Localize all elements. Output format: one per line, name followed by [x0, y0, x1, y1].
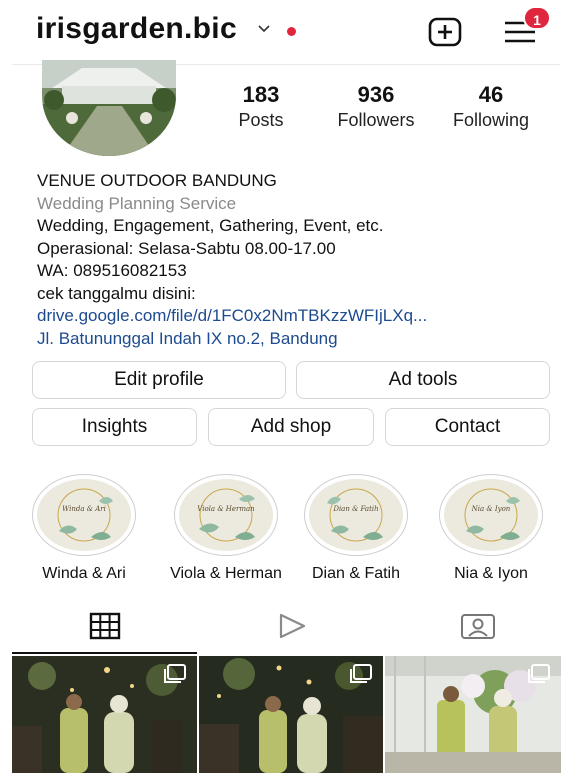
- highlight-ring: Dian & Fatih: [304, 474, 408, 556]
- followers-count: 936: [357, 82, 395, 107]
- highlight-cover-text: Dian & Fatih: [332, 505, 378, 513]
- bio-line: WA: 089516082153: [37, 261, 187, 280]
- stat-posts[interactable]: 183 Posts: [230, 82, 292, 131]
- following-count: 46: [478, 82, 504, 107]
- posts-label: Posts: [238, 110, 284, 130]
- profile-header: irisgarden.bic 1: [0, 0, 561, 62]
- highlight-cover: Dian & Fatih: [309, 479, 403, 551]
- post-thumbnail[interactable]: [385, 656, 561, 773]
- add-shop-button[interactable]: Add shop: [208, 408, 374, 446]
- plus-square-icon[interactable]: [428, 17, 462, 47]
- floral-wreath-icon: Viola & Herman: [197, 488, 255, 542]
- highlight-ring: Nia & Iyon: [439, 474, 543, 556]
- avatar-venue-photo: [42, 60, 176, 156]
- profile-avatar[interactable]: [42, 60, 176, 156]
- highlight-caption: Dian & Fatih: [311, 565, 401, 582]
- chevron-down-icon[interactable]: [258, 22, 270, 34]
- post-thumbnail[interactable]: [12, 656, 197, 773]
- tagged-person-icon[interactable]: [460, 612, 496, 640]
- bio-line: cek tanggalmu disini:: [37, 283, 196, 303]
- followers-label: Followers: [337, 110, 415, 130]
- highlight-cover-text: Viola & Herman: [197, 505, 255, 513]
- ad-tools-button[interactable]: Ad tools: [296, 361, 550, 399]
- bio-address-link[interactable]: Jl. Batununggal Indah IX no.2, Bandung: [37, 328, 547, 351]
- carousel-icon: [528, 664, 550, 683]
- carousel-icon: [164, 664, 186, 683]
- active-tab-indicator: [12, 652, 197, 654]
- following-label: Following: [452, 110, 530, 130]
- bio-name: VENUE OUTDOOR BANDUNG: [37, 171, 277, 190]
- edit-profile-button[interactable]: Edit profile: [32, 361, 286, 399]
- highlight-caption: Winda & Ari: [42, 565, 126, 582]
- highlight-cover: Viola & Herman: [179, 479, 273, 551]
- bio-line: Operasional: Selasa-Sabtu 08.00-17.00: [37, 238, 336, 258]
- highlight-cover-text: Winda & Ari: [62, 505, 106, 513]
- profile-bio: VENUE OUTDOOR BANDUNG Wedding Planning S…: [37, 170, 547, 350]
- highlight-item[interactable]: Dian & Fatih Dian & Fatih: [286, 474, 426, 583]
- bio-line: Wedding, Engagement, Gathering, Event, e…: [37, 216, 384, 235]
- highlight-caption: Nia & Iyon: [454, 565, 528, 582]
- highlight-cover: Winda & Ari: [37, 479, 131, 551]
- highlight-item[interactable]: Viola & Herman Viola & Herman: [156, 474, 296, 583]
- bio-website-link[interactable]: drive.google.com/file/d/1FC0x2NmTBKzzWFI…: [37, 305, 547, 328]
- username-title[interactable]: irisgarden.bic: [36, 12, 237, 46]
- floral-wreath-icon: Nia & Iyon: [464, 488, 520, 542]
- highlight-item[interactable]: Nia & Iyon Nia & Iyon: [421, 474, 561, 583]
- bio-category: Wedding Planning Service: [37, 193, 237, 213]
- highlight-cover-text: Nia & Iyon: [471, 505, 511, 513]
- highlight-cover: Nia & Iyon: [444, 479, 538, 551]
- grid-icon[interactable]: [89, 612, 121, 640]
- post-thumbnail[interactable]: [199, 656, 383, 773]
- stat-following[interactable]: 46 Following: [442, 82, 540, 131]
- contact-button[interactable]: Contact: [385, 408, 550, 446]
- notification-badge: 1: [523, 6, 551, 30]
- highlight-ring: Viola & Herman: [174, 474, 278, 556]
- reels-play-icon[interactable]: [276, 612, 308, 640]
- stat-followers[interactable]: 936 Followers: [326, 82, 426, 131]
- unread-dot: [287, 27, 296, 36]
- floral-wreath-icon: Dian & Fatih: [327, 488, 383, 542]
- highlight-caption: Viola & Herman: [170, 565, 282, 582]
- highlight-ring: Winda & Ari: [32, 474, 136, 556]
- highlight-item[interactable]: Winda & Ari Winda & Ari: [14, 474, 154, 583]
- insights-button[interactable]: Insights: [32, 408, 197, 446]
- carousel-icon: [350, 664, 372, 683]
- floral-wreath-icon: Winda & Ari: [57, 488, 113, 542]
- posts-count: 183: [242, 82, 280, 107]
